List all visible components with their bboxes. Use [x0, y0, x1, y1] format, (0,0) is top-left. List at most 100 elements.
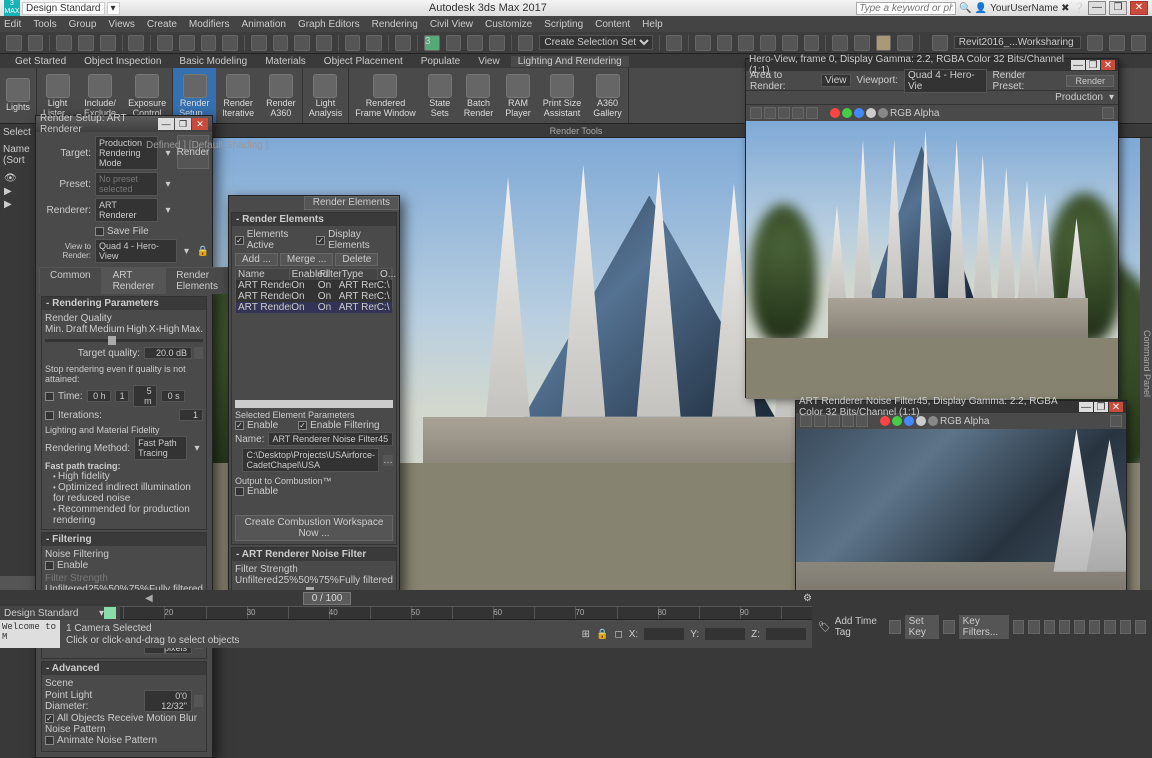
rfw2-clone-icon[interactable]: [828, 415, 840, 427]
path-field[interactable]: C:\Desktop\Projects\USAirforce-CadetChap…: [242, 448, 379, 472]
rfw2-close[interactable]: ✕: [1109, 402, 1123, 412]
tab-art-renderer[interactable]: ART Renderer: [102, 267, 166, 294]
rfw2-min[interactable]: —: [1079, 402, 1093, 412]
rfw2-max[interactable]: ❐: [1094, 402, 1108, 412]
use-center-icon[interactable]: [1131, 35, 1147, 51]
element-row[interactable]: ART Renderer N...OnOnART Rendere...C:\: [236, 302, 392, 313]
lock-icon[interactable]: 🔒: [197, 246, 209, 257]
alpha2-icon[interactable]: [916, 416, 926, 426]
select-filter-icon[interactable]: [128, 35, 144, 51]
ribbon-a---[interactable]: A360Gallery: [587, 68, 628, 123]
time-h2[interactable]: 1: [115, 390, 129, 402]
alpha2-dd[interactable]: RGB Alpha: [940, 416, 989, 427]
blue2-icon[interactable]: [904, 416, 914, 426]
play-next-icon[interactable]: [1059, 620, 1070, 634]
rfw1-clone-icon[interactable]: [778, 107, 790, 119]
ribbon-render[interactable]: RenderIterative: [216, 68, 260, 123]
redo-icon[interactable]: [28, 35, 44, 51]
renderer-dropdown[interactable]: ART Renderer: [95, 198, 158, 222]
tab-common[interactable]: Common: [39, 267, 102, 294]
tq-spinner[interactable]: [194, 347, 203, 359]
viewport-label[interactable]: Defined ] [Default Shading ]: [146, 140, 268, 151]
ribbon-render[interactable]: RenderA360: [260, 68, 302, 123]
rfw1-print-icon[interactable]: [792, 107, 804, 119]
red2-icon[interactable]: [880, 416, 890, 426]
menu-scripting[interactable]: Scripting: [544, 19, 583, 30]
selbr-icon[interactable]: ◻: [614, 629, 622, 640]
green2-icon[interactable]: [892, 416, 902, 426]
unlink-icon[interactable]: [78, 35, 94, 51]
view-dropdown[interactable]: Quad 4 - Hero-View: [95, 239, 177, 263]
enable-check[interactable]: Enable: [57, 560, 88, 571]
re-tab[interactable]: Render Elements: [304, 196, 399, 210]
minimize-button[interactable]: —: [1088, 1, 1106, 15]
red-channel-icon[interactable]: [830, 108, 840, 118]
menu-group[interactable]: Group: [69, 19, 97, 30]
ribbon-ram[interactable]: RAMPlayer: [499, 68, 537, 123]
explorer-arrow-icon[interactable]: ▶: [4, 186, 34, 197]
anp-check[interactable]: Animate Noise Pattern: [57, 735, 157, 746]
ea-check[interactable]: Elements Active: [247, 229, 307, 251]
scale-icon[interactable]: [294, 35, 310, 51]
vp-dd[interactable]: Quad 4 - Hero-Vie: [904, 69, 987, 93]
link-icon[interactable]: [56, 35, 72, 51]
menu-content[interactable]: Content: [595, 19, 630, 30]
col-o[interactable]: O...: [378, 269, 392, 280]
rfw1-copy-icon[interactable]: [764, 107, 776, 119]
select-icon[interactable]: [157, 35, 173, 51]
grid-icon[interactable]: ⊞: [582, 629, 590, 640]
play-start-icon[interactable]: [1013, 620, 1024, 634]
en2-check[interactable]: Enable: [247, 486, 278, 497]
selection-set-dropdown[interactable]: Create Selection Set: [539, 35, 653, 50]
nav-orbit-icon[interactable]: [1120, 620, 1131, 634]
target-quality-value[interactable]: 20.0 dB: [144, 347, 192, 359]
search-icon[interactable]: 🔍: [959, 3, 971, 14]
rfw1-save-icon[interactable]: [750, 107, 762, 119]
render-setup-icon[interactable]: [832, 35, 848, 51]
mono-channel-icon[interactable]: [878, 108, 888, 118]
re-scrollbar[interactable]: [235, 400, 393, 408]
menu-help[interactable]: Help: [642, 19, 663, 30]
help-icon[interactable]: ❔: [1073, 3, 1085, 14]
pld-value[interactable]: 0'0 12/32": [144, 690, 192, 712]
curve-editor-icon[interactable]: [760, 35, 776, 51]
rtab-obj-placement[interactable]: Object Placement: [317, 56, 410, 67]
percent-snap-icon[interactable]: [467, 35, 483, 51]
rendered-frame-icon[interactable]: [854, 35, 870, 51]
timeline-config-icon[interactable]: ⚙: [803, 593, 812, 604]
time-s[interactable]: 0 s: [161, 390, 185, 402]
menu-civil-view[interactable]: Civil View: [430, 19, 473, 30]
rfw-render-button[interactable]: Render: [1066, 75, 1114, 87]
combustion-path[interactable]: [235, 501, 393, 513]
col-name[interactable]: Name: [236, 269, 290, 280]
mirror-icon[interactable]: [666, 35, 682, 51]
coord-z[interactable]: [766, 628, 806, 640]
coord-y[interactable]: [705, 628, 745, 640]
rfw2-save-icon[interactable]: [800, 415, 812, 427]
ref-coord2-icon[interactable]: [1109, 35, 1125, 51]
key-mode-icon[interactable]: [943, 620, 954, 634]
workspace-dropdown[interactable]: Design Standard: [22, 2, 105, 15]
rtab-materials[interactable]: Materials: [258, 56, 313, 67]
menu-views[interactable]: Views: [108, 19, 135, 30]
bind-icon[interactable]: [100, 35, 116, 51]
green-channel-icon[interactable]: [842, 108, 852, 118]
dlg-min-button[interactable]: —: [158, 118, 174, 130]
recent-file[interactable]: Revit2016_...Worksharing: [954, 36, 1081, 49]
rfw2-toggle-icon[interactable]: [1110, 415, 1122, 427]
layers-icon[interactable]: [717, 35, 733, 51]
signin-icon[interactable]: 👤: [975, 3, 987, 14]
ref-coord-icon[interactable]: [345, 35, 361, 51]
pivot-icon[interactable]: [366, 35, 382, 51]
rtab-get-started[interactable]: Get Started: [8, 56, 73, 67]
menu-animation[interactable]: Animation: [241, 19, 285, 30]
menu-graph-editors[interactable]: Graph Editors: [298, 19, 360, 30]
exchange-icon[interactable]: ✖: [1061, 3, 1069, 14]
menu-create[interactable]: Create: [147, 19, 177, 30]
rtab-basic-modeling[interactable]: Basic Modeling: [172, 56, 254, 67]
dlg-close-button[interactable]: ✕: [192, 118, 208, 130]
workspace-swatch[interactable]: Design Standard▾: [0, 606, 120, 620]
merge-button[interactable]: Merge ...: [280, 253, 333, 266]
name-field[interactable]: ART Renderer Noise Filter45: [268, 432, 393, 446]
toggle-ribbon-icon[interactable]: [738, 35, 754, 51]
